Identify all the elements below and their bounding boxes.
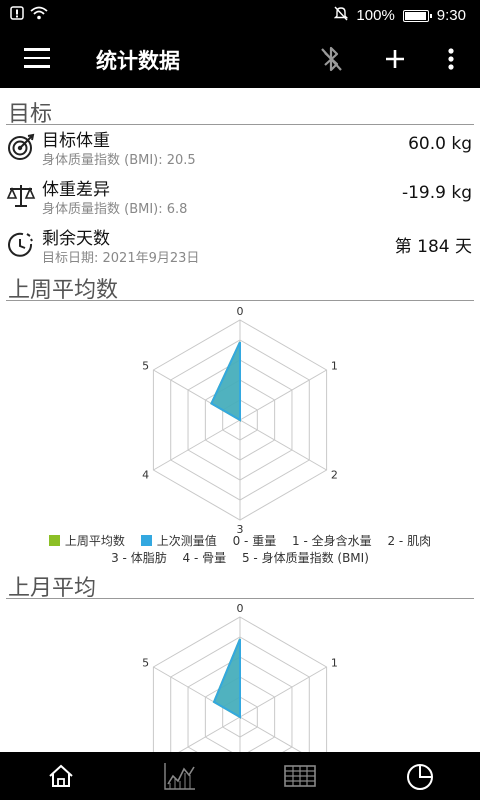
clock: 9:30 [436, 7, 466, 24]
radar-axis-line [239, 419, 327, 471]
stats-content[interactable]: 目标 目标体重 身体质量指数 (BMI): 20.5 60.0 kg 体重差异 … [0, 88, 480, 752]
radar-axis-label: 0 [237, 305, 244, 318]
radar-axis-label: 1 [331, 360, 338, 373]
divider [6, 300, 474, 301]
goal-weight-value: 60.0 kg [408, 134, 472, 154]
goal-weight-title: 目标体重 [42, 131, 110, 151]
radar-axis-line [239, 369, 327, 421]
radar-axis-line [239, 666, 327, 718]
radar-series-1 [212, 638, 241, 719]
legend-axis-4: 4 - 骨量 [182, 551, 227, 565]
radar-axis-label: 0 [237, 602, 244, 615]
legend-axis-2: 2 - 肌肉 [387, 534, 432, 548]
scale-balance-icon [6, 181, 36, 211]
table-icon[interactable] [284, 762, 316, 790]
legend-swatch-last [140, 535, 152, 546]
clock-history-icon [6, 230, 36, 260]
notification-icon [10, 6, 24, 24]
target-date: 目标日期: 2021年9月23日 [42, 251, 200, 266]
home-icon[interactable] [46, 762, 76, 790]
radar-axis-label: 5 [142, 360, 149, 373]
add-icon[interactable] [380, 44, 410, 74]
app-bar: 统计数据 [0, 30, 480, 88]
radar-axis-label: 5 [142, 657, 149, 670]
legend-swatch-weekly [48, 535, 60, 546]
bluetooth-disabled-icon[interactable] [316, 44, 346, 74]
pie-chart-icon[interactable] [404, 762, 434, 790]
goal-weight-bmi: 身体质量指数 (BMI): 20.5 [42, 153, 196, 168]
legend-weekly-average: 上周平均数 [64, 534, 125, 548]
remaining-days-value: 第 184 天 [394, 237, 472, 257]
radar-axis-label: 2 [331, 469, 338, 482]
wifi-icon [30, 6, 48, 24]
radar-axis-label: 1 [331, 657, 338, 670]
radar-axis-line [153, 419, 241, 471]
remaining-days-title: 剩余天数 [42, 229, 110, 249]
weight-difference-title: 体重差异 [42, 180, 110, 200]
legend-axis-0: 0 - 重量 [232, 534, 277, 548]
status-bar: 100% 9:30 [0, 0, 480, 30]
mute-icon [334, 6, 349, 25]
target-icon [6, 132, 36, 162]
battery-percent: 100% [356, 7, 395, 24]
radar-axis-line [178, 716, 241, 752]
page-title: 统计数据 [96, 49, 180, 73]
legend-last-measurement: 上次测量值 [156, 534, 217, 548]
goal-weight-row: 目标体重 身体质量指数 (BMI): 20.5 60.0 kg [0, 124, 480, 170]
chart-legend: 上周平均数 上次测量值 0 - 重量 1 - 全身含水量 2 - 肌肉 3 - … [0, 533, 480, 567]
weight-difference-value: -19.9 kg [401, 183, 472, 203]
weekly-radar-chart: 012345 [142, 305, 338, 534]
legend-axis-5: 5 - 身体质量指数 (BMI) [241, 551, 369, 565]
weight-difference-row: 体重差异 身体质量指数 (BMI): 6.8 -19.9 kg [0, 173, 480, 219]
radar-axis-label: 4 [142, 469, 149, 482]
menu-icon[interactable] [24, 48, 50, 70]
battery-icon [402, 9, 432, 22]
monthly-radar-chart: 012345 [142, 602, 338, 752]
line-chart-icon[interactable] [164, 762, 195, 790]
remaining-days-row: 剩余天数 目标日期: 2021年9月23日 第 184 天 [0, 222, 480, 268]
weight-difference-bmi: 身体质量指数 (BMI): 6.8 [42, 202, 188, 217]
legend-axis-3: 3 - 体脂肪 [111, 551, 167, 565]
bottom-navigation [0, 752, 480, 800]
more-options-icon[interactable] [436, 44, 466, 74]
legend-axis-1: 1 - 全身含水量 [292, 534, 372, 548]
radar-axis-line [239, 716, 302, 752]
